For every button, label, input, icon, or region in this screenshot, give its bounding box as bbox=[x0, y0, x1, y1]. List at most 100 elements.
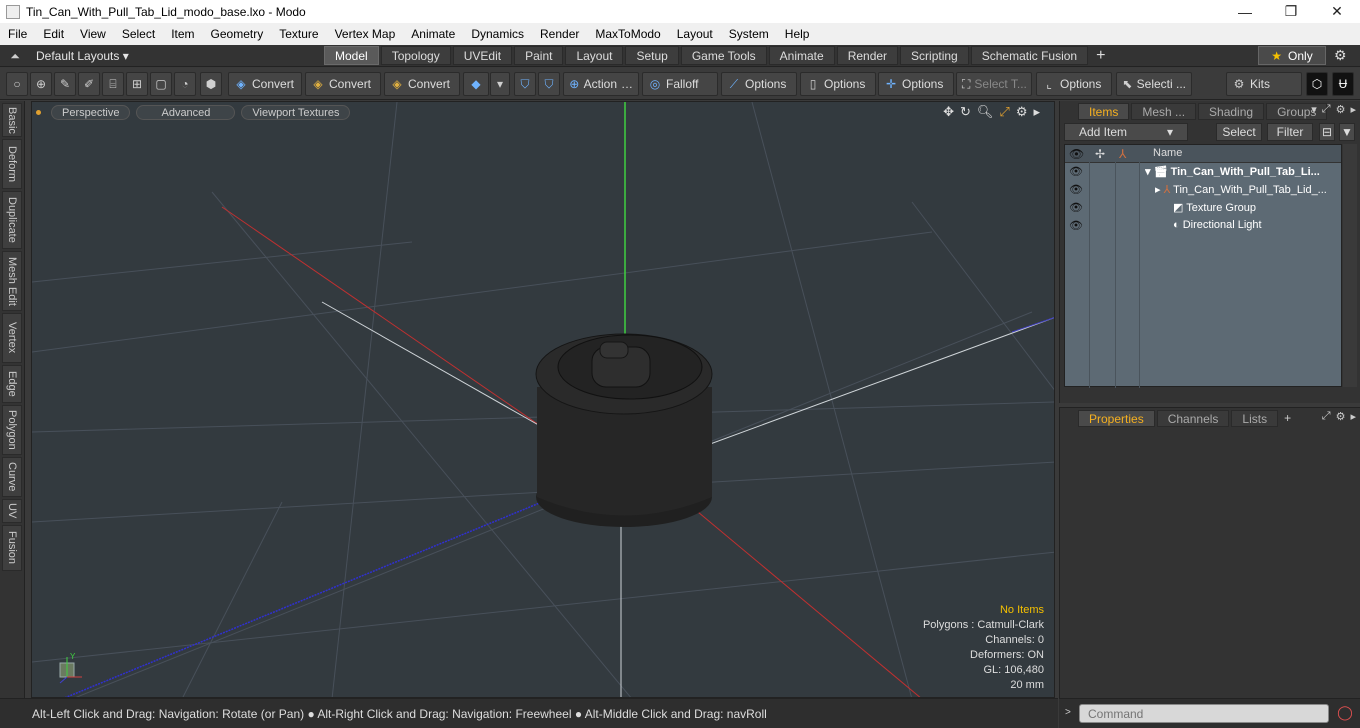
tab-layout[interactable]: Layout bbox=[565, 46, 624, 65]
zoom-icon[interactable]: 🔍︎ bbox=[977, 104, 994, 120]
mesh-cube-button[interactable]: ◆ bbox=[463, 72, 489, 96]
filter-button[interactable]: Filter bbox=[1267, 123, 1313, 141]
name-column-header[interactable]: Name bbox=[1153, 147, 1182, 159]
shield-button[interactable]: ⬢ bbox=[200, 72, 222, 96]
eye-icon[interactable]: 👁︎ bbox=[1069, 183, 1083, 196]
tin-can-model[interactable] bbox=[535, 333, 713, 527]
tab-paint[interactable]: Paint bbox=[514, 46, 564, 65]
tab-topology[interactable]: Topology bbox=[380, 46, 451, 65]
menu-dynamics[interactable]: Dynamics bbox=[463, 23, 532, 45]
options-button-1[interactable]: ⟋ Options bbox=[721, 72, 797, 96]
tab-shading[interactable]: Shading bbox=[1198, 102, 1265, 120]
collapse-icon[interactable]: ⊟ bbox=[1319, 123, 1335, 141]
advanced-dropdown[interactable]: Advanced bbox=[136, 104, 236, 120]
maximize-button[interactable]: ❐ bbox=[1268, 0, 1314, 23]
collapse-arrow-icon[interactable]: ⏶ bbox=[8, 49, 22, 63]
viewport-gear-icon[interactable]: ⚙ bbox=[1016, 104, 1028, 120]
tab-animate[interactable]: Animate bbox=[768, 46, 835, 65]
tree-row[interactable]: 👁︎ ▾ 🎬︎ Tin_Can_With_Pull_Tab_Li... bbox=[1065, 163, 1341, 181]
panel-arrow-icon[interactable]: ▸ bbox=[1350, 410, 1356, 423]
pen-button[interactable]: ✎ bbox=[54, 72, 76, 96]
only-button[interactable]: ★ Only bbox=[1258, 46, 1326, 65]
menu-render[interactable]: Render bbox=[532, 23, 587, 45]
record-icon[interactable]: ◯ bbox=[1335, 704, 1355, 723]
3d-viewport[interactable]: Perspective Advanced Viewport Textures ✥… bbox=[31, 101, 1055, 698]
vtab-uv[interactable]: UV bbox=[2, 499, 22, 523]
options-button-4[interactable]: ⌞ Options bbox=[1036, 72, 1112, 96]
convert-button-1[interactable]: ◈ Convert bbox=[228, 72, 302, 96]
layouts-dropdown[interactable]: Default Layouts ▾ bbox=[36, 49, 129, 63]
eye-icon[interactable]: 👁︎ bbox=[1069, 219, 1083, 232]
tab-setup[interactable]: Setup bbox=[625, 46, 679, 65]
perspective-dropdown[interactable]: Perspective bbox=[51, 104, 131, 120]
convert-button-3[interactable]: ◈ Convert bbox=[384, 72, 460, 96]
menu-view[interactable]: View bbox=[72, 23, 114, 45]
tab-items[interactable]: Items bbox=[1078, 102, 1130, 120]
tab-render[interactable]: Render bbox=[836, 46, 899, 65]
panel-gear-icon[interactable]: ⚙ bbox=[1336, 103, 1346, 116]
pivot-button[interactable]: ⛉ bbox=[538, 72, 560, 96]
menu-animate[interactable]: Animate bbox=[403, 23, 463, 45]
close-button[interactable]: ✕ bbox=[1314, 0, 1360, 23]
menu-texture[interactable]: Texture bbox=[271, 23, 326, 45]
viewport-menu-dot[interactable] bbox=[36, 109, 41, 115]
falloff-button[interactable]: ◎ Falloff bbox=[642, 72, 718, 96]
viewport-more-icon[interactable]: ▸ bbox=[1033, 104, 1040, 120]
viewport-textures-dropdown[interactable]: Viewport Textures bbox=[241, 104, 351, 120]
panel-dropdown-icon[interactable]: ▾ bbox=[1311, 103, 1317, 116]
tree-scrollbar[interactable] bbox=[1343, 144, 1357, 387]
select-t-button[interactable]: ⛶ Select T... bbox=[956, 72, 1032, 96]
menu-maxtomodo[interactable]: MaxToModo bbox=[587, 23, 668, 45]
vtab-vertex[interactable]: Vertex bbox=[2, 313, 22, 363]
tab-uvedit[interactable]: UVEdit bbox=[452, 46, 513, 65]
command-history-icon[interactable]: > bbox=[1065, 707, 1071, 718]
unreal-button[interactable]: Ʉ bbox=[1332, 72, 1354, 96]
vtab-duplicate[interactable]: Duplicate bbox=[2, 191, 22, 249]
options-button-2[interactable]: ▯ Options bbox=[800, 72, 876, 96]
panel-gear-icon[interactable]: ⚙ bbox=[1336, 410, 1346, 423]
vtab-polygon[interactable]: Polygon bbox=[2, 405, 22, 455]
menu-layout[interactable]: Layout bbox=[669, 23, 721, 45]
add-item-button[interactable]: Add Item ▾ bbox=[1064, 123, 1188, 141]
tab-game-tools[interactable]: Game Tools bbox=[680, 46, 767, 65]
menu-select[interactable]: Select bbox=[114, 23, 163, 45]
vtab-curve[interactable]: Curve bbox=[2, 457, 22, 497]
globe-button[interactable]: ⊕ bbox=[30, 72, 52, 96]
menu-vertex-map[interactable]: Vertex Map bbox=[327, 23, 404, 45]
pan-icon[interactable]: ✥ bbox=[943, 104, 954, 120]
polygons-button[interactable]: ⊞ bbox=[126, 72, 148, 96]
rotate-icon[interactable]: ↻ bbox=[960, 104, 971, 120]
brush-button[interactable]: ✐ bbox=[78, 72, 100, 96]
tab-channels[interactable]: Channels bbox=[1156, 409, 1230, 427]
menu-file[interactable]: File bbox=[0, 23, 35, 45]
vtab-edge[interactable]: Edge bbox=[2, 365, 22, 403]
tab-model[interactable]: Model bbox=[324, 46, 379, 65]
menu-item[interactable]: Item bbox=[163, 23, 202, 45]
vtab-basic[interactable]: Basic bbox=[2, 103, 22, 137]
tab-schematic-fusion[interactable]: Schematic Fusion bbox=[970, 46, 1089, 65]
tab-mesh[interactable]: Mesh ... bbox=[1131, 102, 1197, 120]
symmetry-button[interactable]: ⛉ bbox=[514, 72, 536, 96]
kits-button[interactable]: ⚙ Kits bbox=[1226, 72, 1302, 96]
tree-row[interactable]: 👁︎ ◩ Texture Group bbox=[1065, 199, 1341, 217]
expand-icon[interactable]: ⤢ bbox=[1322, 103, 1331, 116]
gear-icon[interactable]: ⚙ bbox=[1334, 47, 1347, 64]
add-tab-button[interactable]: + bbox=[1090, 47, 1111, 65]
vtab-fusion[interactable]: Fusion bbox=[2, 525, 22, 571]
command-input[interactable] bbox=[1079, 704, 1329, 723]
vtab-mesh-edit[interactable]: Mesh Edit bbox=[2, 251, 22, 311]
select-vertices-button[interactable]: ○ bbox=[6, 72, 28, 96]
tab-properties[interactable]: Properties bbox=[1078, 409, 1155, 427]
eye-icon[interactable]: 👁︎ bbox=[1069, 201, 1083, 214]
tab-lists[interactable]: Lists bbox=[1231, 409, 1279, 427]
panel-arrow-icon[interactable]: ▸ bbox=[1350, 103, 1356, 116]
menu-geometry[interactable]: Geometry bbox=[203, 23, 272, 45]
fit-icon[interactable]: ⤢ bbox=[999, 104, 1009, 120]
tree-row[interactable]: 👁︎ ▸ ⅄ Tin_Can_With_Pull_Tab_Lid_... bbox=[1065, 181, 1341, 199]
edges-button[interactable]: ⌸ bbox=[102, 72, 124, 96]
tree-row[interactable]: 👁︎ ◐ Directional Light bbox=[1065, 217, 1341, 235]
materials-button[interactable]: ◔ bbox=[174, 72, 196, 96]
funnel-icon[interactable]: ▼ bbox=[1339, 123, 1355, 141]
convert-button-2[interactable]: ◈ Convert bbox=[305, 72, 381, 96]
select-button[interactable]: Select bbox=[1216, 123, 1262, 141]
